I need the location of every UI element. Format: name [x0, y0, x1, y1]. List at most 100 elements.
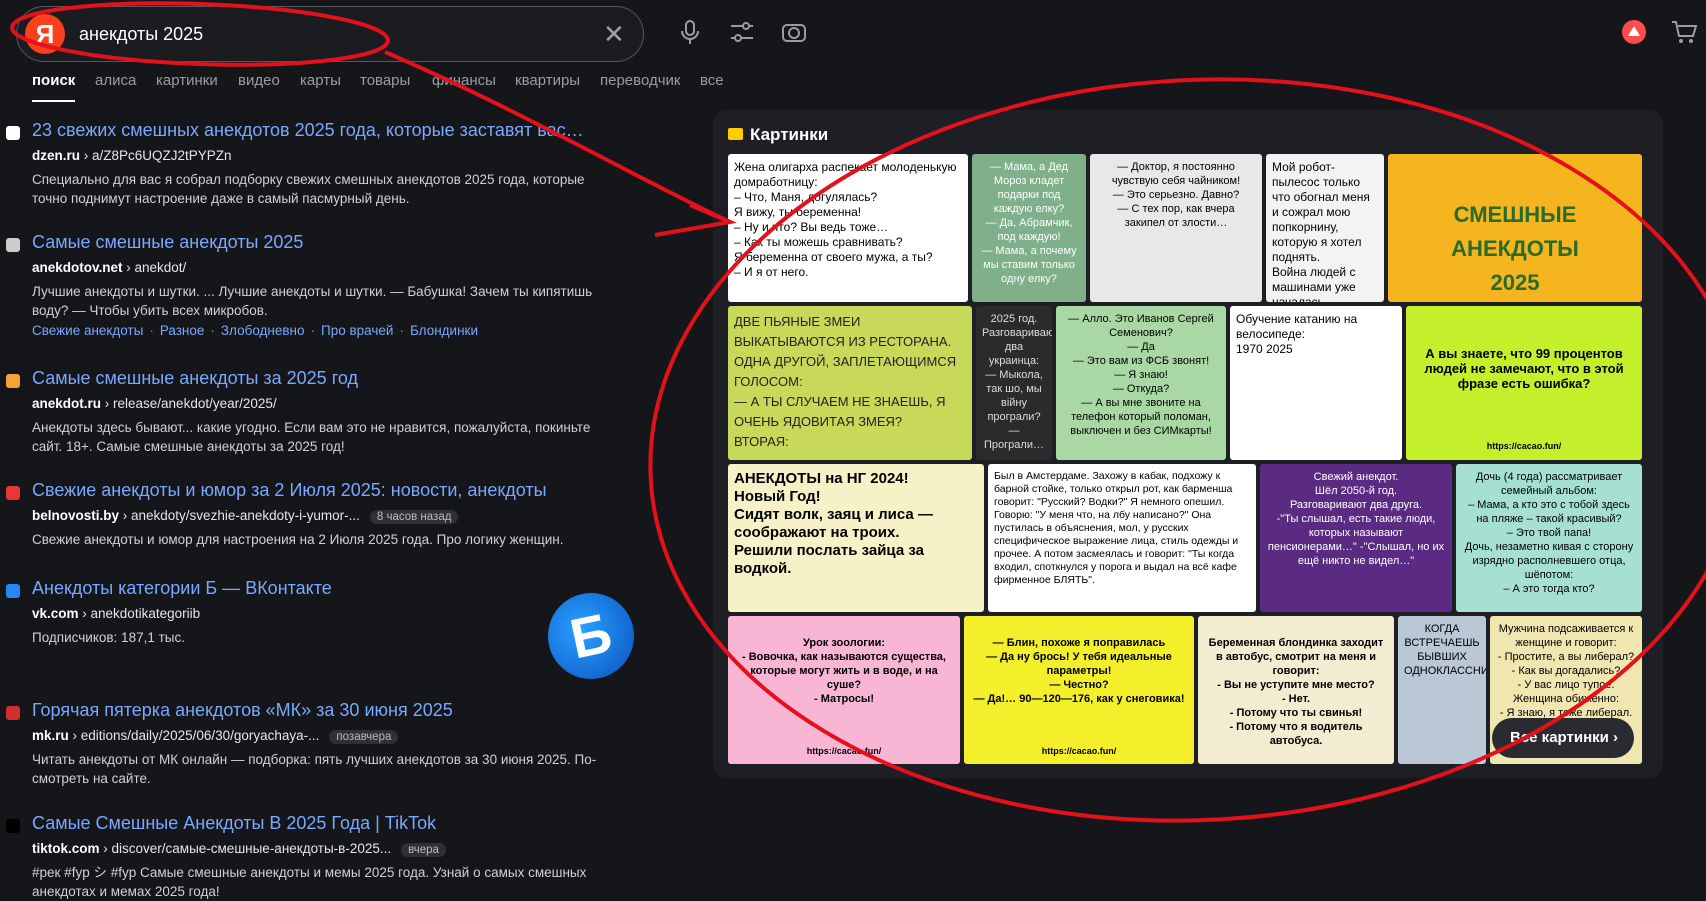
sitelink[interactable]: Про врачей	[321, 323, 393, 338]
image-thumbnail[interactable]: 2025 год. Разговаривают два украинца: — …	[976, 306, 1052, 460]
result-path: › a/Z8Pc6UQZJ2tPYPZn	[80, 148, 232, 163]
image-thumbnail[interactable]: СМЕШНЫЕ АНЕКДОТЫ 2025	[1388, 154, 1642, 302]
sitelink[interactable]: Разное	[160, 323, 205, 338]
result-domain: vk.com	[32, 606, 79, 621]
image-caption-text: Мой робот-пылесос только что обогнал мен…	[1272, 160, 1370, 302]
sitelink[interactable]: Блондинки	[410, 323, 478, 338]
tab-video[interactable]: видео	[238, 72, 280, 89]
microphone-icon[interactable]	[676, 18, 704, 46]
result-url[interactable]: anekdot.ru › release/anekdot/year/2025/	[32, 396, 277, 411]
separator: ·	[210, 323, 215, 338]
sitelink[interactable]: Свежие анекдоты	[32, 323, 143, 338]
image-thumbnail[interactable]: АНЕКДОТЫ на НГ 2024! Новый Год! Сидят во…	[728, 464, 984, 612]
images-flag-icon	[728, 128, 743, 140]
alice-icon[interactable]	[1620, 18, 1648, 46]
cart-icon[interactable]	[1670, 18, 1698, 46]
result-title[interactable]: Анекдоты категории Б — ВКонтакте	[32, 578, 632, 599]
site-favicon-icon[interactable]	[6, 819, 20, 833]
site-favicon-icon[interactable]	[6, 238, 20, 252]
result-domain: dzen.ru	[32, 148, 81, 163]
result-path: › editions/daily/2025/06/30/goryachaya-.…	[68, 728, 320, 743]
separator: ·	[399, 323, 404, 338]
result-snippet: Подписчиков: 187,1 тыс.	[32, 630, 185, 645]
site-favicon-icon[interactable]	[6, 126, 20, 140]
image-thumbnail[interactable]: ДВЕ ПЬЯНЫЕ ЗМЕИ ВЫКАТЫВАЮТСЯ ИЗ РЕСТОРАН…	[728, 306, 972, 460]
result-path: › release/anekdot/year/2025/	[101, 396, 277, 411]
image-caption-text: Дочь (4 года) рассматривает семейный аль…	[1464, 471, 1634, 595]
image-thumbnail[interactable]: Обучение катанию на велосипеде: 1970 202…	[1230, 306, 1402, 460]
result-url[interactable]: tiktok.com › discover/самые-смешные-анек…	[32, 841, 446, 857]
result-url[interactable]: mk.ru › editions/daily/2025/06/30/goryac…	[32, 728, 399, 744]
result-snippet: Свежие анекдоты и юмор для настроения на…	[32, 532, 564, 547]
result-title[interactable]: Свежие анекдоты и юмор за 2 Июля 2025: н…	[32, 480, 632, 501]
vk-group-avatar[interactable]: Б	[539, 584, 643, 688]
site-favicon-icon[interactable]	[6, 374, 20, 388]
image-caption-text: Мужчина подсаживается к женщине и говори…	[1497, 623, 1635, 719]
image-thumbnail[interactable]: — Алло. Это Иванов Сергей Семенович? — Д…	[1056, 306, 1226, 460]
result-url[interactable]: anekdotov.net › anekdot/	[32, 260, 186, 275]
result-domain: anekdot.ru	[32, 396, 102, 411]
all-images-button[interactable]: Все картинки ›	[1492, 718, 1634, 758]
site-favicon-icon[interactable]	[6, 584, 20, 598]
tab-images[interactable]: картинки	[156, 72, 218, 89]
tab-apartments[interactable]: квартиры	[515, 72, 580, 89]
image-caption-text: — Мама, а Дед Мороз кладет подарки под к…	[981, 161, 1077, 285]
camera-icon[interactable]	[780, 18, 808, 46]
image-caption-text: СМЕШНЫЕ АНЕКДОТЫ 2025	[1451, 202, 1579, 295]
result-url[interactable]: belnovosti.by › anekdoty/svezhie-anekdot…	[32, 508, 459, 524]
result-path: › anekdot/	[122, 260, 187, 275]
image-caption-text: — Доктор, я постоянно чувствую себя чайн…	[1111, 161, 1241, 229]
result-title[interactable]: Горячая пятерка анекдотов «МК» за 30 июн…	[32, 700, 632, 721]
image-source-url: https://cacao.fun/	[1486, 441, 1562, 451]
tab-alice[interactable]: алиса	[95, 72, 136, 89]
image-caption-text: — Блин, похоже я поправилась — Да ну бро…	[973, 637, 1185, 705]
search-box[interactable]: Я ✕	[16, 6, 644, 62]
image-thumbnail[interactable]: Свежий анекдот. Шёл 2050-й год. Разговар…	[1260, 464, 1452, 612]
tab-all[interactable]: все	[700, 72, 724, 89]
result-snippet: Анекдоты здесь бывают... какие угодно. Е…	[32, 420, 591, 454]
image-thumbnail[interactable]: — Мама, а Дед Мороз кладет подарки под к…	[972, 154, 1086, 302]
result-url[interactable]: vk.com › anekdotikategoriib	[32, 606, 200, 621]
result-path: › anekdoty/svezhie-anekdoty-i-yumor-...	[119, 508, 360, 523]
image-thumbnail[interactable]: — Блин, похоже я поправилась — Да ну бро…	[964, 616, 1194, 764]
images-panel-title[interactable]: Картинки	[750, 125, 828, 145]
image-thumbnail[interactable]: Был в Амстердаме. Захожу в кабак, подхож…	[988, 464, 1256, 612]
site-favicon-icon[interactable]	[6, 486, 20, 500]
image-thumbnail[interactable]: — Доктор, я постоянно чувствую себя чайн…	[1090, 154, 1262, 302]
search-input[interactable]	[77, 17, 581, 51]
yandex-logo[interactable]: Я	[25, 14, 65, 54]
result-snippet: Читать анекдоты от МК онлайн — подборка:…	[32, 752, 597, 786]
tab-maps[interactable]: карты	[300, 72, 341, 89]
result-title[interactable]: 23 свежих смешных анекдотов 2025 года, к…	[32, 120, 632, 141]
filters-icon[interactable]	[728, 18, 756, 46]
tab-search[interactable]: поиск	[32, 72, 76, 102]
image-thumbnail[interactable]: А вы знаете, что 99 процентов людей не з…	[1406, 306, 1642, 460]
image-caption-text: Был в Амстердаме. Захожу в кабак, подхож…	[994, 470, 1239, 586]
image-caption-text: Урок зоологии: - Вовочка, как называются…	[742, 637, 946, 705]
tab-translator[interactable]: переводчик	[600, 72, 680, 89]
image-caption-text: — Алло. Это Иванов Сергей Семенович? — Д…	[1068, 313, 1214, 437]
image-thumbnail[interactable]: Урок зоологии: - Вовочка, как называются…	[728, 616, 960, 764]
result-title[interactable]: Самые Смешные Анекдоты В 2025 Года | Tik…	[32, 813, 632, 834]
image-thumbnail[interactable]: Мой робот-пылесос только что обогнал мен…	[1266, 154, 1384, 302]
tab-finance[interactable]: финансы	[432, 72, 496, 89]
site-favicon-icon[interactable]	[6, 706, 20, 720]
chevron-right-icon: ›	[1613, 729, 1618, 746]
image-thumbnail[interactable]: Жена олигарха распекает молоденькую домр…	[728, 154, 968, 302]
image-thumbnail[interactable]: Беременная блондинка заходит в автобус, …	[1198, 616, 1394, 764]
result-domain: tiktok.com	[32, 841, 100, 856]
sitelink[interactable]: Злободневно	[221, 323, 305, 338]
image-thumbnail[interactable]: Дочь (4 года) рассматривает семейный аль…	[1456, 464, 1642, 612]
image-caption-text: Беременная блондинка заходит в автобус, …	[1208, 637, 1384, 747]
result-snippet: Лучшие анекдоты и шутки. ... Лучшие анек…	[32, 284, 593, 318]
result-title[interactable]: Самые смешные анекдоты за 2025 год	[32, 368, 632, 389]
result-url[interactable]: dzen.ru › a/Z8Pc6UQZJ2tPYPZn	[32, 148, 232, 163]
result-title[interactable]: Самые смешные анекдоты 2025	[32, 232, 632, 253]
result-domain: mk.ru	[32, 728, 69, 743]
result-snippet: #рек #fyp シ #fyp Самые смешные анекдоты …	[32, 865, 587, 899]
result-path: › discover/самые-смешные-анекдоты-в-2025…	[99, 841, 392, 856]
image-thumbnail[interactable]: КОГДА ВСТРЕЧАЕШЬ БЫВШИХ ОДНОКЛАССНИЦ:	[1398, 616, 1486, 764]
clear-icon[interactable]: ✕	[603, 19, 625, 50]
image-caption-text: 2025 год. Разговаривают два украинца: — …	[982, 313, 1052, 451]
tab-products[interactable]: товары	[360, 72, 410, 89]
